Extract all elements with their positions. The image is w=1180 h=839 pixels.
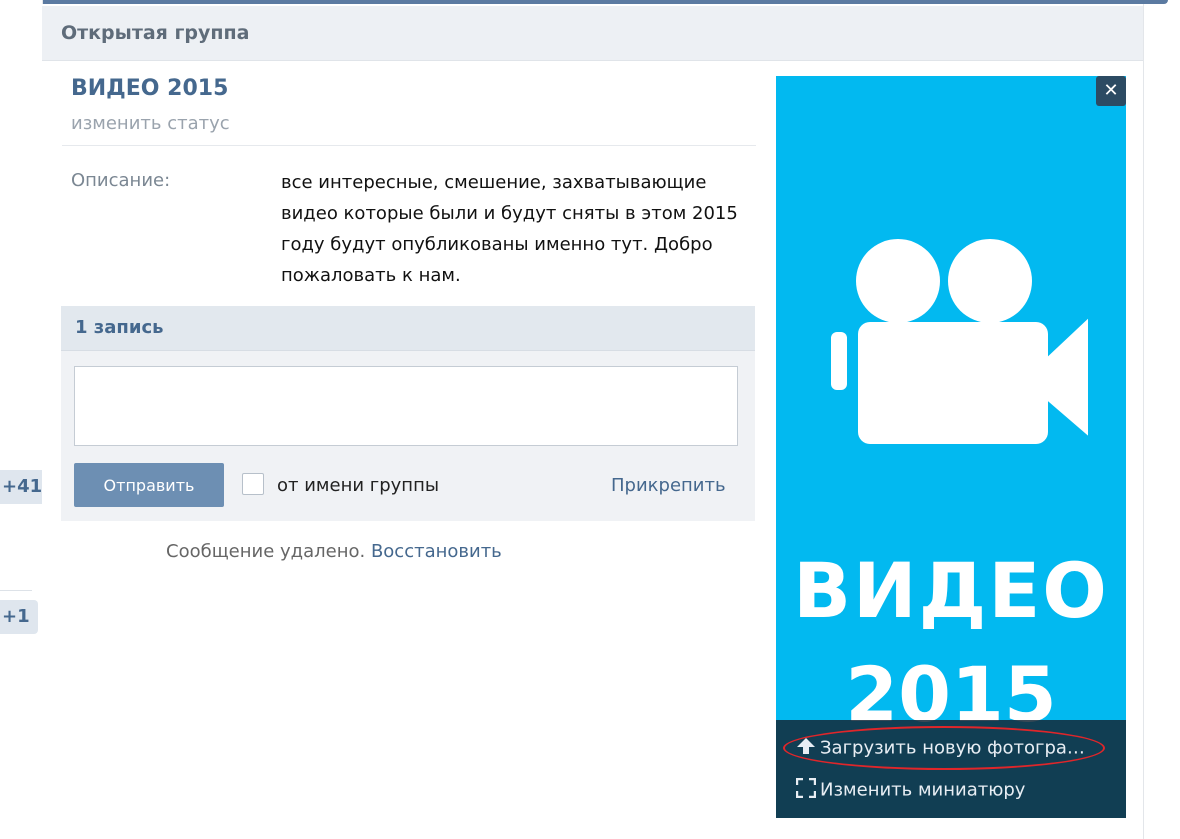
panel-header: Открытая группа	[42, 6, 1143, 61]
group-avatar-photo[interactable]: ✕ ВИДЕО 2015 Загрузить новую фотогра… Из…	[776, 76, 1126, 818]
change-thumbnail-button[interactable]: Изменить миниатюру	[795, 777, 1026, 806]
wall-section: 1 запись Отправить от имени группы Прикр…	[61, 306, 755, 521]
panel-title: Открытая группа	[61, 22, 250, 44]
change-thumbnail-label: Изменить миниатюру	[820, 779, 1026, 801]
group-name: ВИДЕО 2015	[71, 76, 229, 101]
post-input[interactable]	[74, 366, 738, 446]
video-camera-icon	[831, 239, 1088, 444]
crop-frame-icon	[795, 777, 820, 803]
photo-actions-overlay: Загрузить новую фотогра… Изменить миниат…	[776, 720, 1126, 818]
left-sidebar-strip: +41 +1	[0, 0, 51, 839]
upload-photo-label: Загрузить новую фотогра…	[820, 737, 1085, 759]
divider	[62, 145, 756, 146]
post-count[interactable]: 1 запись	[75, 317, 164, 338]
description-label: Описание:	[71, 170, 171, 191]
close-icon[interactable]: ✕	[1096, 76, 1126, 106]
deleted-message: Сообщение удалено. Восстановить	[166, 541, 502, 562]
attach-link[interactable]: Прикрепить	[611, 475, 726, 496]
wall-header: 1 запись	[61, 306, 755, 351]
upload-photo-button[interactable]: Загрузить новую фотогра…	[796, 736, 1085, 764]
photo-title-line1: ВИДЕО	[793, 546, 1109, 635]
restore-link[interactable]: Восстановить	[371, 541, 502, 562]
send-button[interactable]: Отправить	[74, 463, 224, 507]
sidebar-divider	[0, 590, 32, 591]
from-group-label[interactable]: от имени группы	[277, 475, 439, 496]
like-counter[interactable]: +1	[0, 600, 38, 634]
description-text: все интересные, смешение, захватывающие …	[281, 172, 738, 286]
from-group-checkbox[interactable]	[242, 473, 264, 495]
deleted-message-text: Сообщение удалено.	[166, 541, 366, 562]
upload-arrow-icon	[796, 736, 820, 761]
change-status-link[interactable]: изменить статус	[71, 113, 230, 134]
